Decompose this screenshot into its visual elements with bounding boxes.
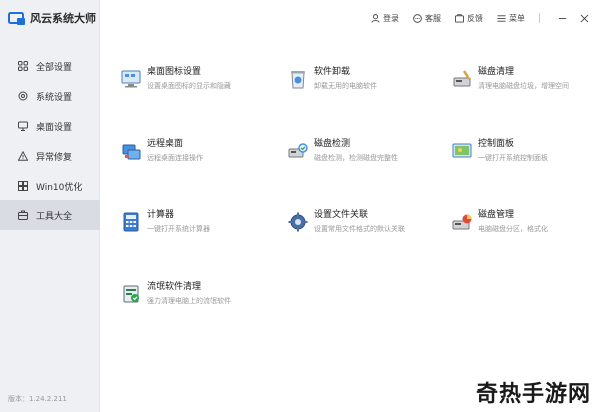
disk-check-icon: [288, 143, 308, 158]
service-label: 客服: [425, 13, 441, 23]
tool-malware-clean[interactable]: 流氓软件清理 强力清理电脑上的流氓软件: [120, 282, 231, 306]
service-button[interactable]: 客服: [413, 13, 441, 24]
tool-desc: 磁盘检测，检测磁盘完整性: [314, 154, 398, 162]
disk-clean-icon: [453, 70, 471, 87]
chat-icon: [413, 13, 422, 23]
tool-title: 设置文件关联: [314, 210, 369, 220]
tool-title: 磁盘清理: [478, 67, 515, 77]
tool-title: 计算器: [147, 210, 175, 220]
version-label: 版本：1.24.2.211: [8, 395, 67, 403]
minimize-button[interactable]: [554, 10, 570, 26]
app-logo-icon: [8, 11, 26, 25]
feedback-label: 反馈: [467, 13, 483, 23]
tool-title: 流氓软件清理: [147, 282, 202, 292]
minimize-icon: [558, 17, 566, 19]
tool-desc: 电脑磁盘分区，格式化: [478, 225, 548, 233]
tool-disk-manage[interactable]: 磁盘管理 电脑磁盘分区，格式化: [451, 210, 548, 234]
sidebar-item-desktop-settings[interactable]: 桌面设置: [0, 112, 100, 140]
menu-label: 菜单: [509, 13, 525, 23]
sidebar-item-label: 异常修复: [36, 152, 73, 163]
tool-uninstall[interactable]: 软件卸载 卸载无用的电脑软件: [287, 67, 377, 91]
close-icon: [580, 14, 588, 22]
tool-remote-desktop[interactable]: 远程桌面 远程桌面连接操作: [120, 139, 203, 163]
tool-title: 远程桌面: [147, 139, 184, 149]
sidebar-item-label: 系统设置: [36, 92, 73, 103]
tool-title: 磁盘检测: [314, 139, 351, 149]
sidebar: 风云系统大师 全部设置 系统设置 桌面设置 异常修复 Win10优化 工具大全 …: [0, 0, 100, 412]
sidebar-item-all-settings[interactable]: 全部设置: [0, 52, 100, 80]
tool-control-panel[interactable]: 控制面板 一键打开系统控制面板: [451, 139, 548, 163]
close-button[interactable]: [576, 10, 592, 26]
windows-icon: [18, 181, 28, 191]
sidebar-item-label: 全部设置: [36, 62, 73, 73]
app-logo: 风云系统大师: [8, 10, 96, 26]
tool-desc: 一键打开系统控制面板: [478, 154, 548, 162]
user-icon: [371, 13, 380, 23]
tool-desc: 设置桌面图标的显示和隐藏: [147, 82, 231, 90]
sidebar-item-toolbox[interactable]: 工具大全: [0, 200, 100, 230]
tool-title: 控制面板: [478, 139, 515, 149]
sidebar-item-label: Win10优化: [36, 182, 83, 193]
calculator-icon: [123, 212, 139, 232]
tool-desc: 远程桌面连接操作: [147, 154, 203, 162]
menu-icon: [497, 14, 506, 22]
toolbar-divider: [539, 13, 540, 23]
feedback-button[interactable]: 反馈: [455, 13, 483, 24]
uninstall-icon: [291, 71, 305, 89]
watermark: 奇热手游网: [476, 382, 592, 407]
tool-desc: 设置常用文件格式的默认关联: [314, 225, 405, 233]
gear-icon: [18, 91, 28, 101]
tool-title: 软件卸载: [314, 67, 351, 77]
tool-desc: 一键打开系统计算器: [147, 225, 210, 233]
sidebar-item-system-settings[interactable]: 系统设置: [0, 82, 100, 110]
top-toolbar: 登录 客服 反馈 菜单: [371, 8, 600, 28]
desktop-icons-icon: [121, 70, 141, 88]
malware-clean-icon: [123, 285, 139, 303]
toolbox-icon: [18, 210, 28, 220]
login-button[interactable]: 登录: [371, 13, 399, 24]
tool-file-association[interactable]: 设置文件关联 设置常用文件格式的默认关联: [287, 210, 405, 234]
tool-desc: 卸载无用的电脑软件: [314, 82, 377, 90]
disk-manage-icon: [452, 214, 472, 230]
sidebar-item-repair[interactable]: 异常修复: [0, 142, 100, 170]
feedback-icon: [455, 13, 464, 23]
tool-desktop-icons[interactable]: 桌面图标设置 设置桌面图标的显示和隐藏: [120, 67, 231, 91]
sidebar-item-label: 工具大全: [36, 211, 73, 222]
control-panel-icon: [452, 143, 472, 158]
tool-desc: 强力清理电脑上的流氓软件: [147, 297, 231, 305]
file-association-icon: [288, 212, 308, 232]
remote-desktop-icon: [122, 144, 141, 160]
sidebar-item-win10[interactable]: Win10优化: [0, 172, 100, 200]
menu-button[interactable]: 菜单: [497, 13, 525, 24]
app-title: 风云系统大师: [30, 12, 96, 25]
tool-disk-clean[interactable]: 磁盘清理 清理电脑磁盘垃圾，增理空间: [451, 67, 569, 91]
monitor-icon: [18, 121, 28, 131]
grid-icon: [18, 61, 28, 71]
tool-title: 磁盘管理: [478, 210, 515, 220]
tool-disk-check[interactable]: 磁盘检测 磁盘检测，检测磁盘完整性: [287, 139, 398, 163]
sidebar-item-label: 桌面设置: [36, 122, 73, 133]
tool-title: 桌面图标设置: [147, 67, 202, 77]
warning-icon: [18, 151, 28, 161]
tool-desc: 清理电脑磁盘垃圾，增理空间: [478, 82, 569, 90]
tool-calculator[interactable]: 计算器 一键打开系统计算器: [120, 210, 210, 234]
login-label: 登录: [383, 13, 399, 23]
